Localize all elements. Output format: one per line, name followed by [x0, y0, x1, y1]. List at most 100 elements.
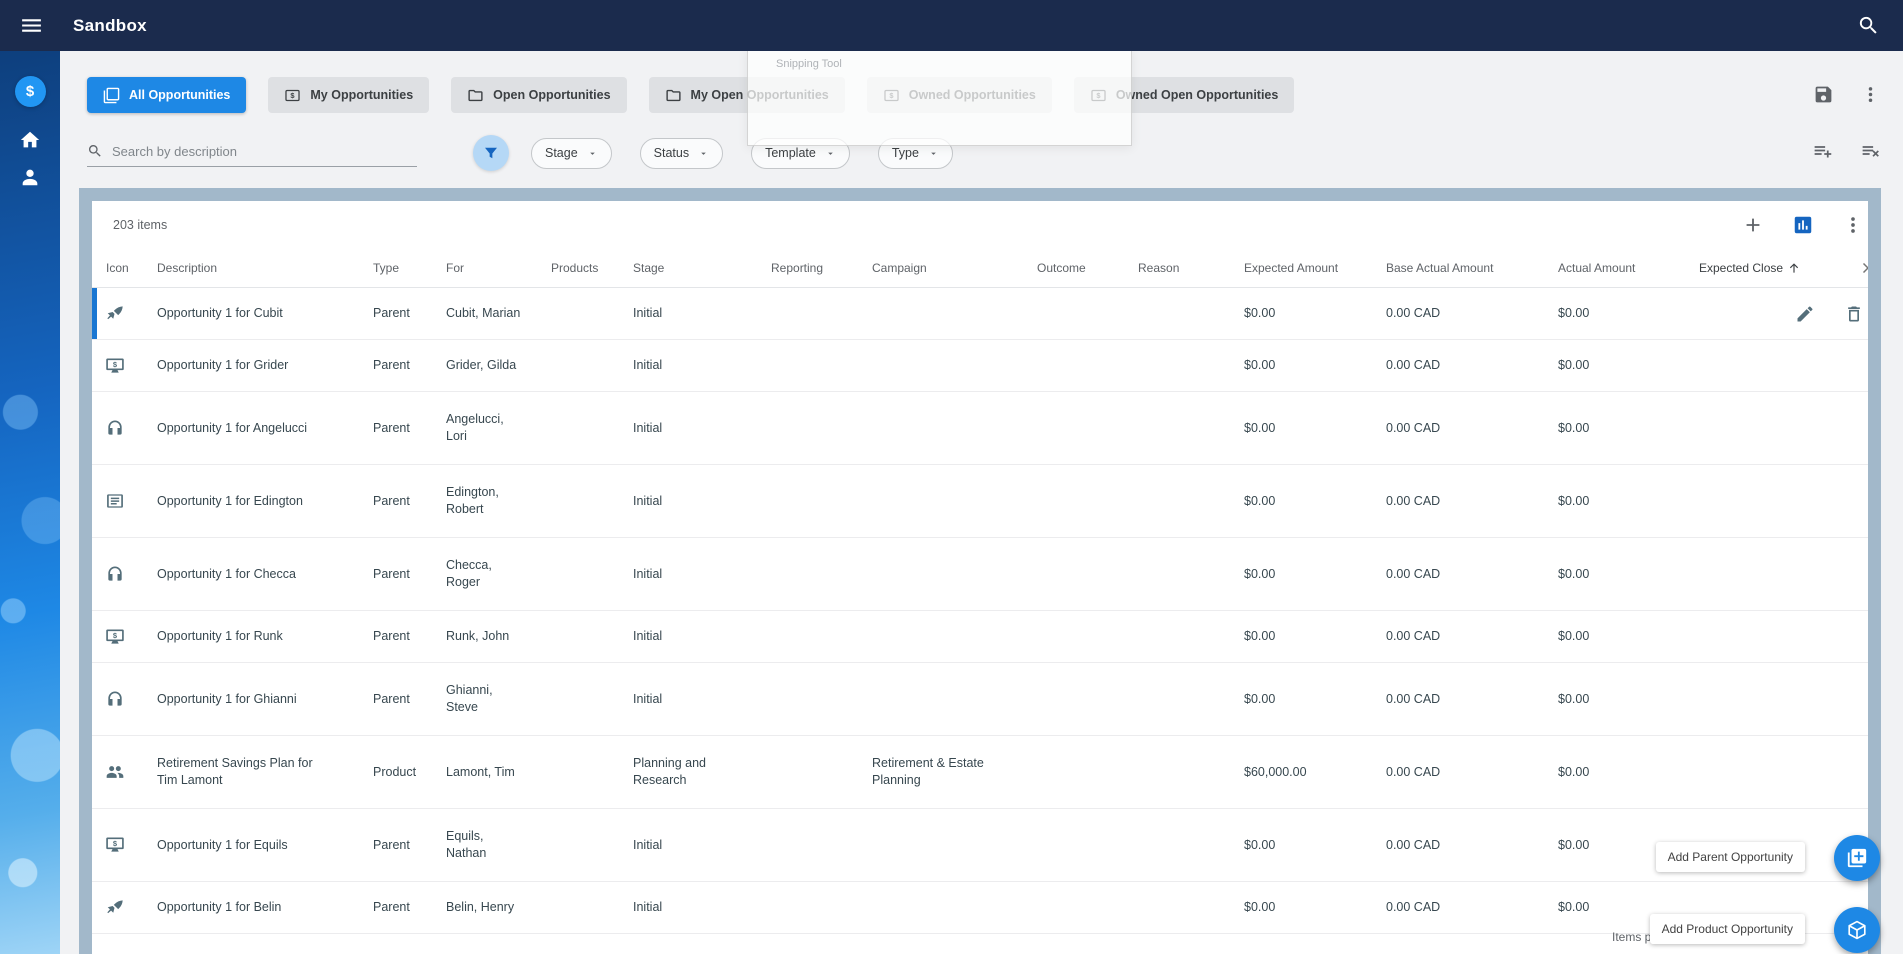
cell-type: Parent [373, 566, 410, 581]
more-columns-button[interactable] [1856, 259, 1868, 277]
table-row[interactable]: Opportunity 1 for Equils Parent Equils, Na… [92, 809, 1868, 882]
playlist-add-icon[interactable] [1812, 140, 1833, 161]
table-row[interactable]: Opportunity 1 for Cubit Parent Cubit, Mari… [92, 288, 1868, 340]
person-icon[interactable] [19, 166, 41, 188]
cell-expected-close [1699, 419, 1856, 437]
cell-campaign [872, 305, 1037, 323]
cell-products [551, 690, 633, 708]
table-toolbar: 203 items [92, 201, 1868, 248]
snipping-tool-overlay: Snipping Tool [747, 49, 1132, 146]
more-options-icon[interactable] [1860, 84, 1881, 105]
cell-base-actual-amount: 0.00 CAD [1386, 629, 1441, 643]
cell-reason [1138, 763, 1244, 781]
cell-base-actual-amount: 0.00 CAD [1386, 566, 1441, 581]
table-row[interactable]: Opportunity 1 for Checca Parent Checca, Ro… [92, 538, 1868, 611]
playlist-remove-icon[interactable] [1860, 140, 1881, 161]
column-header-reason[interactable]: Reason [1138, 261, 1244, 275]
view-tab-all-opportunities[interactable]: All Opportunities [87, 77, 247, 113]
cell-stage: Initial [633, 837, 663, 852]
add-product-opportunity-button[interactable] [1834, 907, 1880, 953]
filter-chip-status[interactable]: Status [639, 137, 724, 169]
cell-type: Parent [373, 493, 410, 508]
table-row[interactable]: Opportunity 1 for Angelucci Parent Angeluc… [92, 392, 1868, 465]
table-row[interactable]: Opportunity 1 for Runk Parent Runk, John In… [92, 611, 1868, 663]
filter-button[interactable] [473, 135, 509, 171]
column-header-outcome[interactable]: Outcome [1037, 261, 1138, 275]
chart-view-icon[interactable] [1792, 214, 1814, 236]
column-header-description[interactable]: Description [157, 261, 373, 275]
cell-outcome [1037, 628, 1138, 646]
table-more-options-icon[interactable] [1842, 214, 1864, 236]
column-header-for[interactable]: For [446, 261, 551, 275]
table-row[interactable]: Opportunity 1 for Ghianni Parent Ghianni, … [92, 663, 1868, 736]
home-icon[interactable] [19, 129, 41, 151]
cell-expected-amount: $0.00 [1244, 493, 1276, 508]
edit-icon[interactable] [1795, 304, 1815, 324]
column-header-products[interactable]: Products [551, 261, 633, 275]
add-parent-opportunity-button[interactable] [1834, 835, 1880, 881]
column-header-reporting[interactable]: Reporting [771, 261, 872, 275]
cell-products [551, 628, 633, 646]
sidebar-item-opportunities[interactable]: $ [14, 76, 46, 107]
menu-icon[interactable] [19, 13, 44, 38]
row-type-icon-cell [92, 482, 157, 520]
search-icon [87, 143, 103, 159]
cell-expected-close [1699, 492, 1856, 510]
cell-description: Opportunity 1 for Runk [157, 629, 283, 643]
chevron-right-icon [1856, 259, 1868, 277]
column-header-stage[interactable]: Stage [633, 261, 771, 275]
column-header-expected-amount[interactable]: Expected Amount [1244, 261, 1386, 275]
view-tab-my-opportunities[interactable]: My Opportunities [268, 77, 430, 113]
table-row[interactable]: Opportunity 1 for Grider Parent Grider, Gi… [92, 340, 1868, 392]
column-header-actual-amount[interactable]: Actual Amount [1558, 261, 1699, 275]
cell-reporting [771, 357, 872, 375]
cell-type: Parent [373, 691, 410, 706]
monitor-cash-icon [105, 627, 125, 647]
cell-base-actual-amount: 0.00 CAD [1386, 691, 1441, 706]
cell-products [551, 565, 633, 583]
cell-campaign [872, 357, 1037, 375]
dart-icon [105, 304, 125, 324]
cell-reason [1138, 492, 1244, 510]
column-header-icon[interactable]: Icon [92, 261, 157, 275]
filter-chip-stage[interactable]: Stage [531, 137, 612, 169]
column-header-expected-close[interactable]: Expected Close [1699, 261, 1856, 275]
cell-expected-amount: $0.00 [1244, 358, 1276, 372]
cell-for: Lamont, Tim [446, 764, 515, 779]
cell-actual-amount: $0.00 [1558, 420, 1590, 435]
cell-actual-amount: $0.00 [1558, 764, 1590, 779]
table-row[interactable]: Opportunity 1 for Edington Parent Edington… [92, 465, 1868, 538]
view-tab-open-opportunities[interactable]: Open Opportunities [451, 77, 627, 113]
cell-description: Retirement Savings Plan for Tim Lamont [157, 756, 313, 787]
cell-outcome [1037, 899, 1138, 917]
table-row[interactable]: Retirement Savings Plan for Tim Lamont Pr… [92, 736, 1868, 809]
column-header-label: Actual Amount [1558, 260, 1636, 275]
cell-end [1856, 763, 1868, 781]
cell-expected-amount: $0.00 [1244, 629, 1276, 643]
cell-reporting [771, 492, 872, 510]
main-content: All Opportunities My Opportunities Open Op… [60, 51, 1903, 954]
column-header-label: Type [373, 260, 400, 275]
search-icon[interactable] [1857, 14, 1880, 37]
people-icon [105, 762, 125, 782]
cell-reason [1138, 836, 1244, 854]
add-icon[interactable] [1742, 214, 1764, 236]
column-header-campaign[interactable]: Campaign [872, 261, 1037, 275]
column-header-label: Expected Amount [1244, 260, 1339, 275]
delete-icon[interactable] [1844, 304, 1864, 324]
dollar-icon: $ [25, 83, 35, 100]
column-header-base-actual-amount[interactable]: Base Actual Amount [1386, 261, 1558, 275]
search-box [87, 139, 417, 167]
save-icon[interactable] [1813, 84, 1834, 105]
column-header-type[interactable]: Type [373, 261, 446, 275]
row-type-icon-cell [92, 680, 157, 718]
table-body: Opportunity 1 for Cubit Parent Cubit, Mari… [92, 288, 1868, 934]
cell-description: Opportunity 1 for Grider [157, 358, 289, 372]
cell-expected-amount: $0.00 [1244, 837, 1276, 852]
row-actions [1795, 304, 1864, 324]
arrow-up-icon [1787, 261, 1801, 275]
cell-products [551, 836, 633, 854]
view-tab-label: Open Opportunities [493, 88, 611, 102]
search-input[interactable] [112, 143, 417, 159]
cell-end [1856, 492, 1868, 510]
